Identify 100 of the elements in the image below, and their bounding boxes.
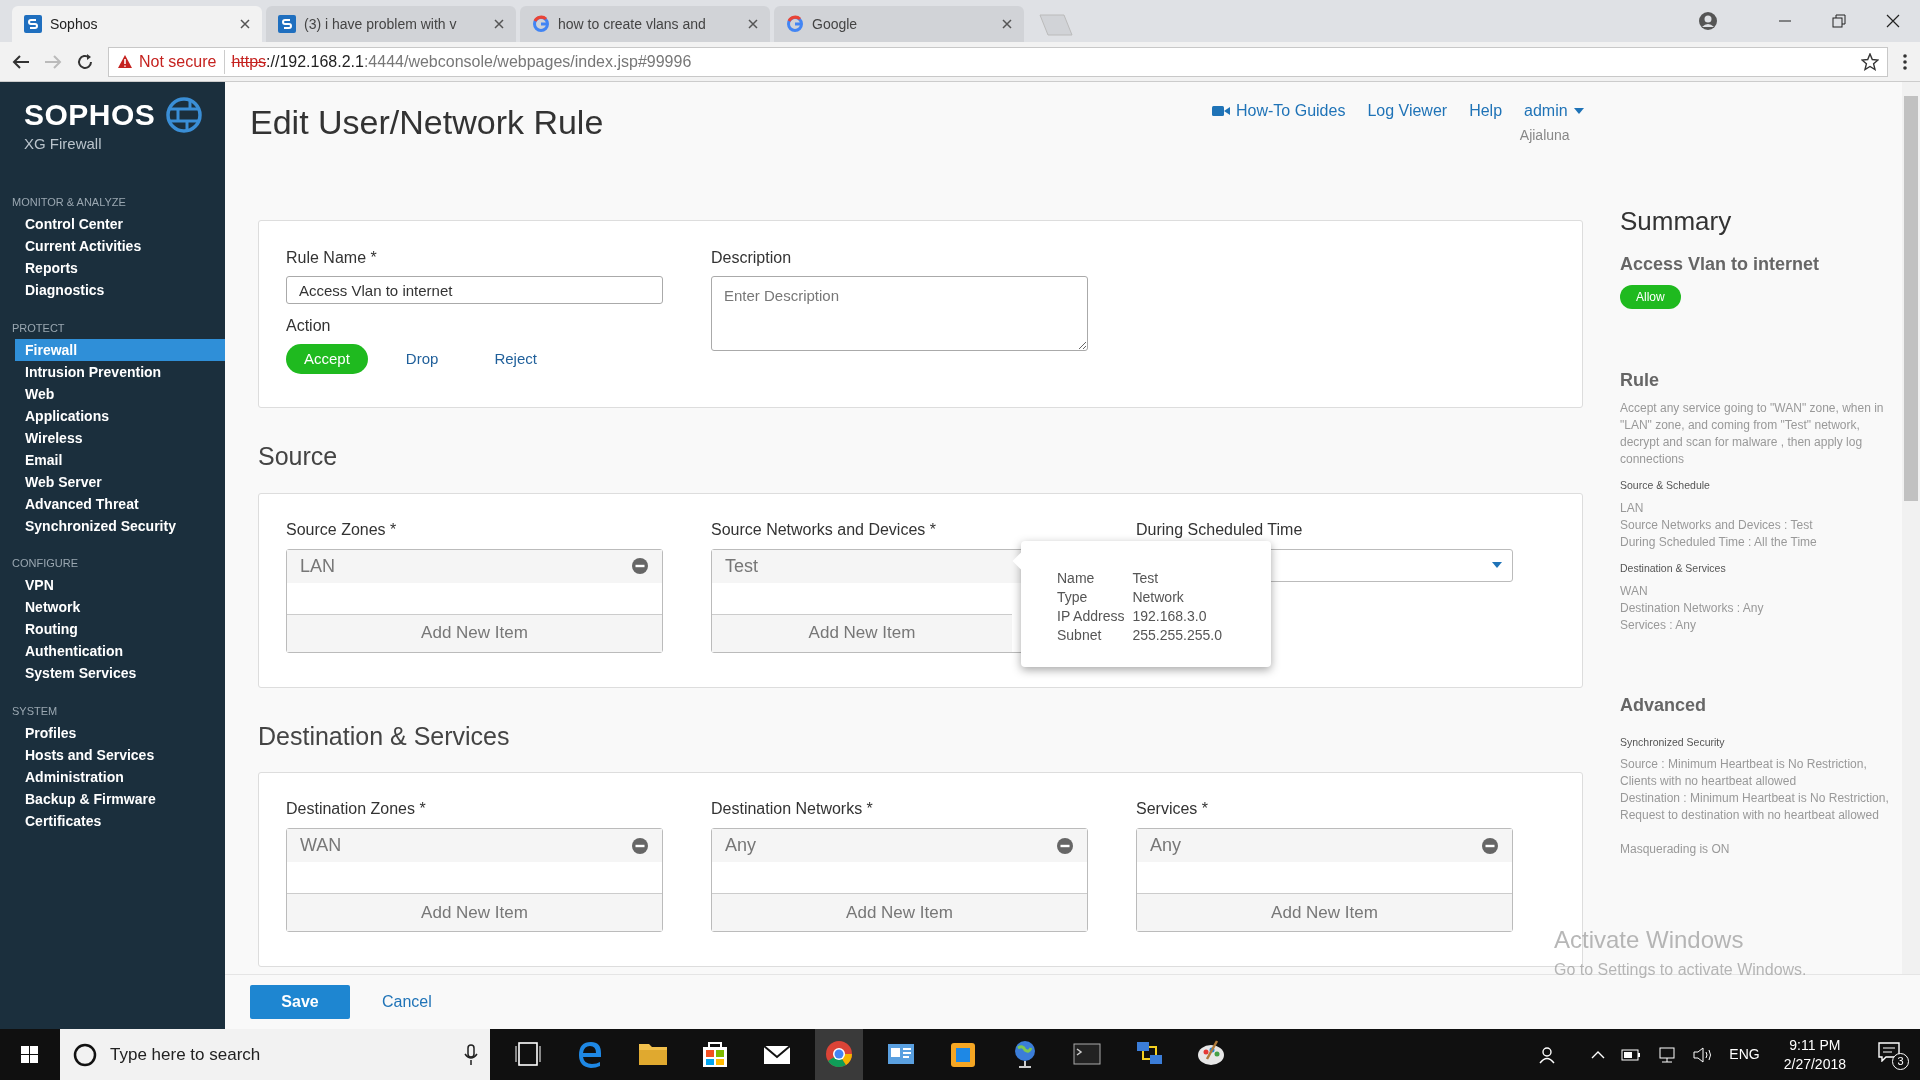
- notification-count: 3: [1892, 1052, 1909, 1070]
- tab-title: (3) i have problem with v: [304, 14, 458, 34]
- field-label: Description: [711, 248, 793, 268]
- more-icon[interactable]: [1902, 52, 1908, 71]
- section-heading: SYSTEM: [11, 703, 59, 719]
- sidebar-item[interactable]: System Services: [15, 662, 225, 685]
- summary-line: WAN: [1620, 582, 1649, 600]
- sidebar-item[interactable]: Synchronized Security: [15, 515, 225, 537]
- rule-name-field[interactable]: Access Vlan to internet: [286, 276, 663, 304]
- close-icon[interactable]: [1886, 14, 1900, 28]
- product-name: XG Firewall: [24, 134, 103, 154]
- security-label: Not secure: [139, 49, 226, 74]
- notification-icon[interactable]: [1878, 1041, 1900, 1062]
- section-heading: CONFIGURE: [11, 556, 79, 571]
- tooltip-value: 255.255.255.0: [1132, 625, 1222, 645]
- star-icon[interactable]: [1861, 52, 1879, 71]
- remove-icon[interactable]: [1481, 836, 1499, 855]
- sidebar-item[interactable]: VPN: [15, 574, 225, 597]
- chevron-up-icon[interactable]: [1591, 1050, 1606, 1059]
- network-icon[interactable]: [1657, 1046, 1678, 1063]
- header-link[interactable]: Log Viewer: [1367, 99, 1448, 123]
- sidebar-item[interactable]: Intrusion Prevention: [15, 361, 225, 383]
- browser-tab[interactable]: (3) i have problem with v: [266, 6, 516, 42]
- list-item: Any: [1150, 834, 1183, 857]
- remove-icon[interactable]: [1056, 836, 1074, 855]
- reload-icon[interactable]: [76, 52, 94, 71]
- sidebar-item[interactable]: Web: [15, 383, 225, 405]
- sidebar-item[interactable]: Applications: [15, 405, 225, 427]
- cancel-link[interactable]: Cancel: [380, 985, 434, 1019]
- account-icon[interactable]: [1698, 11, 1718, 31]
- sidebar-item[interactable]: Administration: [15, 766, 225, 788]
- add-new-item-button[interactable]: Add New Item: [1137, 893, 1512, 931]
- summary-text: Accept any service going to "WAN" zone, when in "LAN" zone, and coming from "Test" network, decrypt and scan for malware , then apply log connections: [1620, 400, 1885, 468]
- save-button[interactable]: Save: [250, 985, 350, 1019]
- logo-text: SOPHOS: [24, 98, 156, 132]
- description-field[interactable]: Enter Description: [711, 276, 1088, 351]
- summary-note: Masquerading is ON: [1620, 841, 1731, 859]
- list-item: WAN: [300, 834, 343, 857]
- clock[interactable]: 9:11 PM 2/27/2018: [1775, 1035, 1854, 1074]
- action-option[interactable]: Reject: [476, 344, 555, 374]
- back-icon[interactable]: [12, 53, 30, 70]
- section-heading: MONITOR & ANALYZE: [11, 195, 127, 210]
- restore-icon[interactable]: [1832, 14, 1846, 28]
- field-label: Rule Name *: [286, 248, 378, 268]
- sidebar-item[interactable]: Advanced Threat: [15, 493, 225, 515]
- add-new-item-button[interactable]: Add New Item: [712, 893, 1087, 931]
- field-label: Services *: [1136, 799, 1210, 819]
- battery-icon[interactable]: [1621, 1048, 1642, 1061]
- sidebar-item[interactable]: Network: [15, 596, 225, 619]
- add-new-item-button[interactable]: Add New Item: [287, 893, 662, 931]
- sidebar-item[interactable]: Authentication: [15, 640, 225, 663]
- sidebar-item[interactable]: Control Center: [15, 213, 225, 236]
- sidebar-item[interactable]: Certificates: [15, 810, 225, 832]
- header-link[interactable]: admin: [1524, 99, 1584, 123]
- summary-line: Services : Any: [1620, 616, 1698, 634]
- summary-rule-name: Access Vlan to internet: [1620, 253, 1821, 276]
- scrollbar-thumb[interactable]: [1904, 96, 1918, 501]
- s-logo-icon: [278, 15, 296, 33]
- section-title: Source: [258, 441, 339, 472]
- summary-line: Destination Networks : Any: [1620, 599, 1765, 617]
- sidebar-item[interactable]: Wireless: [15, 427, 225, 449]
- clock-time: 9:11 PM: [1789, 1035, 1841, 1055]
- sidebar-item[interactable]: Hosts and Services: [15, 744, 225, 766]
- taskbar-search-field[interactable]: Type here to search: [60, 1029, 490, 1080]
- field-label: Action: [286, 316, 332, 336]
- sidebar-item[interactable]: Diagnostics: [15, 279, 225, 302]
- warning-icon: [117, 54, 133, 69]
- video-camera-icon: [1212, 105, 1230, 117]
- round-browser-icon[interactable]: [815, 1029, 863, 1080]
- summary-heading: Advanced: [1620, 693, 1708, 717]
- activation-title: Activate Windows: [1554, 925, 1745, 955]
- browser-tab[interactable]: how to create vlans and: [520, 6, 770, 42]
- close-icon[interactable]: [240, 19, 250, 29]
- g-logo-icon: [786, 15, 804, 33]
- remove-icon[interactable]: [631, 836, 649, 855]
- language-indicator[interactable]: ENG: [1729, 1044, 1760, 1065]
- header-link[interactable]: Help: [1469, 99, 1503, 123]
- search-icon: [72, 1041, 98, 1068]
- sidebar-item[interactable]: Email: [15, 449, 225, 471]
- browser-tab[interactable]: Google: [774, 6, 1024, 42]
- action-option[interactable]: Drop: [387, 344, 457, 374]
- volume-icon[interactable]: [1693, 1046, 1714, 1063]
- caret-down-icon: [1573, 108, 1584, 114]
- section-heading: PROTECT: [11, 320, 66, 336]
- sidebar-item[interactable]: Backup & Firmware: [15, 788, 225, 810]
- summary-subheading: Destination & Services: [1620, 560, 1727, 576]
- sidebar-item[interactable]: Web Server: [15, 471, 225, 493]
- scrollbar[interactable]: [1902, 82, 1920, 974]
- browser-tab[interactable]: Sophos: [12, 6, 262, 42]
- remove-icon[interactable]: [631, 557, 649, 575]
- sidebar-item[interactable]: Profiles: [15, 722, 225, 744]
- tab-title: how to create vlans and: [558, 14, 707, 34]
- address-bar[interactable]: Not secure https://192.168.2.1:4444/webconsole/webpages/index.jsp#99996: [108, 46, 1888, 77]
- sidebar-item[interactable]: Routing: [15, 618, 225, 641]
- tooltip-key: Type: [1057, 587, 1125, 607]
- add-new-item-button[interactable]: Add New Item: [712, 613, 1012, 652]
- sidebar-item[interactable]: Current Activities: [15, 235, 225, 258]
- add-new-item-button[interactable]: Add New Item: [287, 613, 662, 652]
- sidebar-item[interactable]: Reports: [15, 257, 225, 280]
- header-link[interactable]: How-To Guides: [1212, 99, 1346, 123]
